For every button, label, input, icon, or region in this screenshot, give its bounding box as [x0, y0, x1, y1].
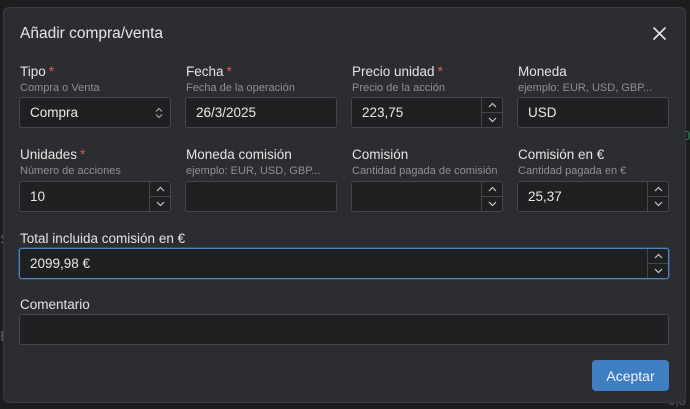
- chevron-up-icon: [654, 253, 662, 259]
- fecha-field: Fecha * Fecha de la operación: [186, 64, 295, 95]
- increment-button[interactable]: [648, 182, 668, 196]
- moneda-label: Moneda: [518, 64, 567, 79]
- chevron-down-icon: [654, 268, 662, 274]
- tipo-value: Compra: [30, 105, 79, 120]
- comision-eur-input[interactable]: 25,37: [517, 181, 669, 212]
- comision-hint: Cantidad pagada de comisión: [352, 165, 498, 177]
- fecha-label: Fecha: [186, 64, 224, 79]
- required-mark: *: [48, 64, 55, 79]
- comentario-input[interactable]: [19, 314, 669, 345]
- unidades-field: Unidades * Número de acciones: [20, 147, 121, 178]
- select-arrows-icon: [148, 98, 170, 127]
- required-mark: *: [226, 64, 232, 79]
- decrement-button[interactable]: [150, 196, 170, 211]
- unidades-stepper: [149, 182, 170, 211]
- increment-button[interactable]: [648, 249, 668, 263]
- total-label: Total incluida comisión en €: [20, 231, 186, 246]
- comision-eur-hint: Cantidad pagada en €: [518, 165, 627, 177]
- comision-label: Comisión: [352, 147, 409, 162]
- precio-unidad-hint: Precio de la acción: [352, 82, 445, 94]
- moneda-field: Moneda ejemplo: EUR, USD, GBP...: [518, 64, 652, 95]
- close-button[interactable]: [649, 23, 669, 43]
- chevron-down-icon: [156, 201, 164, 207]
- fecha-hint: Fecha de la operación: [186, 82, 295, 94]
- add-transaction-dialog: Añadir compra/venta Tipo * Compra o Venta…: [3, 7, 686, 403]
- decrement-button[interactable]: [482, 196, 502, 211]
- chevron-down-icon: [488, 117, 496, 123]
- fecha-value: 26/3/2025: [196, 105, 257, 120]
- decrement-button[interactable]: [648, 263, 668, 278]
- tipo-field: Tipo * Compra o Venta: [20, 64, 100, 95]
- total-stepper: [647, 249, 668, 278]
- accept-button[interactable]: Aceptar: [592, 360, 669, 391]
- moneda-value: USD: [528, 105, 557, 120]
- comision-eur-field: Comisión en € Cantidad pagada en €: [518, 147, 626, 178]
- chevron-up-icon: [654, 186, 662, 192]
- comision-eur-value: 25,37: [528, 189, 562, 204]
- precio-unidad-stepper: [481, 98, 502, 127]
- increment-button[interactable]: [482, 98, 502, 112]
- chevron-down-icon: [654, 201, 662, 207]
- total-value: 2099,98 €: [30, 256, 91, 271]
- dialog-title: Añadir compra/venta: [20, 25, 164, 42]
- fecha-input[interactable]: 26/3/2025: [185, 97, 337, 128]
- required-mark: *: [80, 147, 86, 162]
- comision-input[interactable]: [351, 181, 503, 212]
- unidades-value: 10: [30, 189, 46, 204]
- chevron-up-icon: [488, 102, 496, 108]
- close-icon: [652, 26, 666, 40]
- moneda-comision-field: Moneda comisión ejemplo: EUR, USD, GBP..…: [186, 147, 320, 178]
- increment-button[interactable]: [150, 182, 170, 196]
- precio-unidad-value: 223,75: [362, 105, 404, 120]
- moneda-comision-input[interactable]: [185, 181, 337, 212]
- decrement-button[interactable]: [482, 112, 502, 127]
- unidades-hint: Número de acciones: [20, 165, 121, 177]
- comision-eur-stepper: [647, 182, 668, 211]
- chevron-down-icon: [488, 201, 496, 207]
- decrement-button[interactable]: [648, 196, 668, 211]
- required-mark: *: [437, 64, 443, 79]
- chevron-up-icon: [488, 186, 496, 192]
- tipo-select[interactable]: Compra: [19, 97, 171, 128]
- unidades-label: Unidades: [20, 147, 78, 162]
- total-input[interactable]: 2099,98 €: [19, 248, 669, 279]
- precio-unidad-field: Precio unidad * Precio de la acción: [352, 64, 445, 95]
- moneda-comision-hint: ejemplo: EUR, USD, GBP...: [186, 165, 321, 177]
- comision-stepper: [481, 182, 502, 211]
- tipo-label: Tipo: [20, 64, 46, 79]
- precio-unidad-label: Precio unidad: [352, 64, 435, 79]
- comentario-field: Comentario: [20, 297, 90, 313]
- moneda-input[interactable]: USD: [517, 97, 669, 128]
- moneda-hint: ejemplo: EUR, USD, GBP...: [518, 82, 653, 94]
- comision-eur-label: Comisión en €: [518, 147, 605, 162]
- moneda-comision-label: Moneda comisión: [186, 147, 292, 162]
- precio-unidad-input[interactable]: 223,75: [351, 97, 503, 128]
- tipo-hint: Compra o Venta: [20, 82, 100, 94]
- unidades-input[interactable]: 10: [19, 181, 171, 212]
- chevron-up-icon: [156, 186, 164, 192]
- increment-button[interactable]: [482, 182, 502, 196]
- comision-field: Comisión Cantidad pagada de comisión: [352, 147, 498, 178]
- comentario-label: Comentario: [20, 297, 90, 312]
- total-field: Total incluida comisión en €: [20, 231, 185, 247]
